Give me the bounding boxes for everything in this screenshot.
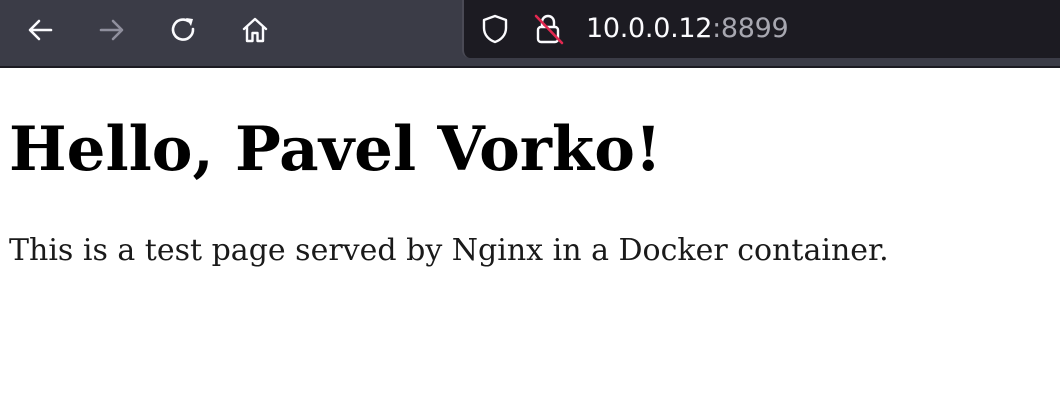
home-icon	[242, 17, 268, 43]
page-paragraph: This is a test page served by Nginx in a…	[9, 233, 889, 268]
arrow-left-icon	[28, 19, 53, 41]
shield-icon	[482, 14, 508, 44]
url-text[interactable]: 10.0.0.12:8899	[586, 10, 789, 48]
tracking-protection-button[interactable]	[478, 12, 512, 46]
reload-icon	[171, 18, 195, 41]
url-host: 10.0.0.12	[586, 13, 713, 44]
home-button[interactable]	[235, 10, 275, 50]
forward-button[interactable]	[92, 10, 132, 50]
reload-button[interactable]	[164, 10, 204, 50]
arrow-right-icon	[99, 19, 124, 41]
url-port: :8899	[712, 13, 789, 44]
back-button[interactable]	[20, 10, 60, 50]
url-bar[interactable]: 10.0.0.12:8899	[462, 0, 1060, 58]
page-heading: Hello, Pavel Vorko!	[9, 114, 662, 185]
lock-strike-icon	[534, 14, 564, 45]
site-security-button[interactable]	[532, 12, 566, 46]
browser-toolbar: 10.0.0.12:8899	[0, 0, 1060, 68]
